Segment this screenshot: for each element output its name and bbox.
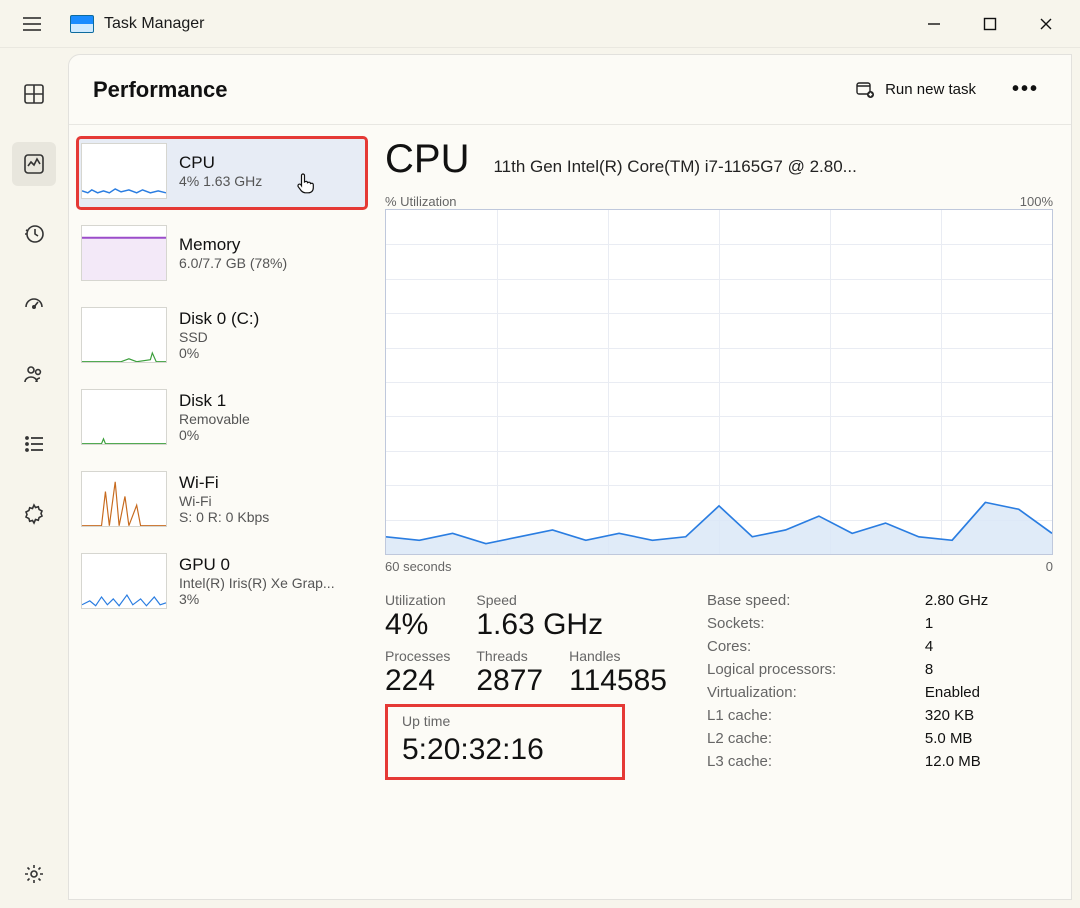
resource-memory-detail: 6.0/7.7 GB (78%) [179, 255, 287, 271]
gpu-thumb [81, 553, 167, 609]
nav-processes[interactable] [12, 72, 56, 116]
nav-rail [0, 48, 68, 908]
title-bar: Task Manager [0, 0, 1080, 48]
hamburger-button[interactable] [12, 4, 52, 44]
window-title: Task Manager [104, 15, 205, 33]
resource-gpu[interactable]: GPU 0 Intel(R) Iris(R) Xe Grap... 3% [77, 547, 367, 619]
resource-memory[interactable]: Memory 6.0/7.7 GB (78%) [77, 219, 367, 291]
memory-thumb [81, 225, 167, 281]
label-sockets: Sockets: [707, 615, 901, 632]
resource-cpu[interactable]: CPU 4% 1.63 GHz [77, 137, 367, 209]
label-base-speed: Base speed: [707, 592, 901, 609]
more-button[interactable]: ••• [1004, 74, 1047, 105]
resource-disk1[interactable]: Disk 1 Removable 0% [77, 383, 367, 455]
disk1-thumb [81, 389, 167, 445]
maximize-button[interactable] [962, 2, 1018, 46]
resource-gpu-name: GPU 0 [179, 555, 335, 575]
close-button[interactable] [1018, 2, 1074, 46]
resource-wifi-detail1: Wi-Fi [179, 493, 269, 509]
nav-app-history[interactable] [12, 212, 56, 256]
value-logical: 8 [925, 661, 1053, 678]
detail-subtitle: 11th Gen Intel(R) Core(TM) i7-1165G7 @ 2… [493, 157, 1053, 177]
page-title: Performance [93, 77, 228, 103]
label-uptime: Up time [402, 713, 608, 729]
run-new-task-label: Run new task [885, 81, 976, 98]
label-processes: Processes [385, 648, 450, 664]
run-new-task-button[interactable]: Run new task [845, 74, 986, 106]
app-icon [70, 15, 94, 33]
value-speed: 1.63 GHz [476, 608, 667, 642]
resource-disk1-name: Disk 1 [179, 391, 250, 411]
chart-label-bl: 60 seconds [385, 559, 452, 574]
resource-disk0-detail2: 0% [179, 345, 259, 361]
label-utilization: Utilization [385, 592, 450, 608]
value-cores: 4 [925, 638, 1053, 655]
resource-disk1-detail2: 0% [179, 427, 250, 443]
label-l3: L3 cache: [707, 753, 901, 770]
window-controls [906, 0, 1074, 48]
value-l2: 5.0 MB [925, 730, 1053, 747]
label-cores: Cores: [707, 638, 901, 655]
uptime-highlight: Up time 5:20:32:16 [385, 704, 625, 780]
cpu-thumb [81, 143, 167, 199]
chart-label-br: 0 [1046, 559, 1053, 574]
nav-services[interactable] [12, 492, 56, 536]
value-utilization: 4% [385, 608, 450, 642]
resource-gpu-detail2: 3% [179, 591, 335, 607]
value-sockets: 1 [925, 615, 1053, 632]
resource-cpu-name: CPU [179, 153, 262, 173]
value-l1: 320 KB [925, 707, 1053, 724]
nav-users[interactable] [12, 352, 56, 396]
label-threads: Threads [476, 648, 543, 664]
nav-performance[interactable] [12, 142, 56, 186]
resource-disk0-name: Disk 0 (C:) [179, 309, 259, 329]
nav-details[interactable] [12, 422, 56, 466]
resource-list: CPU 4% 1.63 GHz Memory 6.0/7.7 GB (78%) [69, 125, 373, 899]
value-l3: 12.0 MB [925, 753, 1053, 770]
label-l2: L2 cache: [707, 730, 901, 747]
resource-disk1-detail1: Removable [179, 411, 250, 427]
value-uptime: 5:20:32:16 [402, 733, 608, 767]
label-speed: Speed [476, 592, 667, 608]
chart-label-tr: 100% [1020, 194, 1053, 209]
resource-memory-name: Memory [179, 235, 287, 255]
resource-gpu-detail1: Intel(R) Iris(R) Xe Grap... [179, 575, 335, 591]
value-handles: 114585 [569, 664, 667, 698]
disk0-thumb [81, 307, 167, 363]
value-base-speed: 2.80 GHz [925, 592, 1053, 609]
detail-title: CPU [385, 137, 469, 182]
resource-wifi[interactable]: Wi-Fi Wi-Fi S: 0 R: 0 Kbps [77, 465, 367, 537]
label-l1: L1 cache: [707, 707, 901, 724]
run-task-icon [855, 80, 875, 100]
value-virtualization: Enabled [925, 684, 1053, 701]
label-virtualization: Virtualization: [707, 684, 901, 701]
chart-label-tl: % Utilization [385, 194, 457, 209]
label-handles: Handles [569, 648, 667, 664]
cpu-chart[interactable] [385, 209, 1053, 555]
resource-disk0-detail1: SSD [179, 329, 259, 345]
wifi-thumb [81, 471, 167, 527]
cpu-specs: Base speed: 2.80 GHz Sockets: 1 Cores: 4… [707, 592, 1053, 780]
resource-wifi-detail2: S: 0 R: 0 Kbps [179, 509, 269, 525]
resource-wifi-name: Wi-Fi [179, 473, 269, 493]
content-panel: Performance Run new task ••• CPU 4 [68, 54, 1072, 900]
cursor-icon [295, 171, 317, 200]
value-processes: 224 [385, 664, 450, 698]
nav-startup[interactable] [12, 282, 56, 326]
label-logical: Logical processors: [707, 661, 901, 678]
value-threads: 2877 [476, 664, 543, 698]
nav-settings[interactable] [12, 852, 56, 896]
resource-disk0[interactable]: Disk 0 (C:) SSD 0% [77, 301, 367, 373]
resource-cpu-detail: 4% 1.63 GHz [179, 173, 262, 189]
detail-pane: CPU 11th Gen Intel(R) Core(TM) i7-1165G7… [373, 125, 1071, 899]
page-header: Performance Run new task ••• [69, 55, 1071, 125]
minimize-button[interactable] [906, 2, 962, 46]
